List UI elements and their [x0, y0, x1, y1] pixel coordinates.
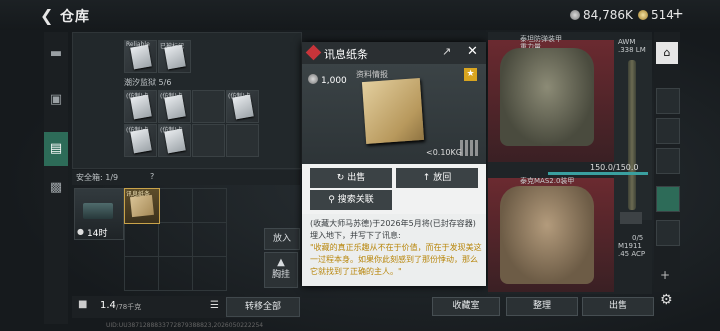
put-in-button[interactable]: 放入	[264, 228, 300, 250]
empty-slot[interactable]	[192, 90, 225, 123]
grid-item[interactable]: (仿制)卡	[124, 124, 157, 157]
organize-button[interactable]: 整理	[506, 297, 578, 316]
chest-rig-button[interactable]: ▲ 胸挂	[264, 252, 298, 288]
durability-text: 150.0/150.0	[590, 163, 639, 172]
chest-rig-label: 胸挂	[271, 270, 290, 280]
grid-item[interactable]: 已被标记	[158, 40, 191, 73]
put-back-label: 放回	[433, 173, 452, 183]
lock-icon: ●	[77, 227, 84, 236]
back-arrow-icon[interactable]: ❮	[40, 6, 53, 25]
coin-icon	[570, 10, 580, 20]
collection-room-button[interactable]: 收藏室	[432, 297, 500, 316]
warehouse-icon[interactable]: ▣	[44, 92, 68, 120]
card-item-icon	[130, 94, 152, 120]
safe-box-label: 安全箱: 1/9	[76, 173, 119, 182]
armor-vest-icon	[500, 48, 594, 146]
card-item-icon	[130, 44, 152, 70]
silver-amount: 84,786K	[583, 8, 633, 22]
help-icon[interactable]: ?	[150, 172, 154, 181]
note-image	[361, 78, 425, 144]
description-intro: (收藏大师马苏德)于2026年5月将(已封存容器)埋入地下，并写下了讯息:	[310, 219, 476, 240]
grid-size-icon	[460, 140, 480, 156]
sell-icon: ↻	[336, 173, 348, 183]
add-slot-icon[interactable]: +	[660, 268, 670, 282]
settings-gear-icon[interactable]: ⚙	[660, 292, 673, 308]
vest-icon: ▲	[277, 257, 285, 268]
gear-slot-icon[interactable]	[656, 118, 680, 144]
capacity-value: 1.4	[100, 300, 116, 311]
item-description: (收藏大师马苏德)于2026年5月将(已封存容器)埋入地下，并写下了讯息: "收…	[310, 218, 482, 278]
armor-2-label: 泰克MAS2.0装甲	[520, 177, 575, 185]
sell-button[interactable]: ↻ 出售	[310, 168, 392, 188]
durability-bar	[548, 172, 648, 175]
gear-slot-icon[interactable]	[656, 148, 680, 174]
item-weight: <0.10KG	[426, 148, 462, 157]
grid-item[interactable]: (仿制)卡	[226, 90, 259, 123]
put-back-button[interactable]: ↑ 放回	[396, 168, 478, 188]
weapon-1-name: AWM	[618, 38, 636, 46]
card-item-icon	[232, 94, 254, 120]
card-item-icon	[164, 128, 186, 154]
gun-icon[interactable]: ▬	[44, 46, 68, 74]
card-item-icon	[164, 44, 186, 70]
collapse-icon[interactable]: ↗	[442, 45, 451, 58]
weapon-2-name: M1911	[618, 242, 642, 250]
popup-title: 讯息纸条	[324, 48, 368, 61]
grid-item[interactable]: (仿制)卡	[158, 124, 191, 157]
description-quote: "收藏的真正乐趣从不在于价值，而在于发现美这一过程本身。如果你此刻感到了那份悸动…	[310, 243, 482, 276]
clipboard-icon[interactable]: ▤	[44, 132, 68, 166]
weight-lock-icon: ■	[78, 299, 88, 310]
silver-currency: 84,786K	[570, 8, 633, 22]
sell-label: 出售	[347, 173, 366, 183]
list-icon[interactable]: ☰	[210, 300, 219, 311]
put-back-icon: ↑	[422, 173, 434, 183]
card-item-icon	[164, 94, 186, 120]
left-rail	[44, 32, 68, 324]
status-line: UID:UU3871288833772879388823,20260502222…	[106, 322, 264, 329]
favorite-star-icon[interactable]: ★	[464, 68, 477, 81]
empty-slot[interactable]	[226, 124, 259, 157]
rifle-icon	[628, 60, 636, 210]
coin-icon	[308, 74, 318, 84]
briefcase-icon[interactable]: ▩	[44, 180, 68, 208]
note-item-slot[interactable]: 讯息纸条	[124, 188, 160, 224]
paper-note-icon	[130, 194, 154, 218]
pistol-icon	[620, 212, 642, 224]
search-related-label: 搜索关联	[337, 195, 374, 205]
section-label: 潮汐监狱 5/6	[124, 78, 172, 87]
price-value: 1,000	[321, 76, 347, 86]
price-row: 1,000	[308, 68, 347, 87]
gear-slot-icon[interactable]	[656, 220, 680, 246]
home-icon[interactable]: ⌂	[656, 42, 678, 64]
weapon-2-ammo: .45 ACP	[618, 250, 646, 258]
close-icon[interactable]: ✕	[467, 44, 478, 59]
gear-slot-icon[interactable]	[656, 88, 680, 114]
gold-amount: 514	[651, 8, 674, 22]
search-related-button[interactable]: ⚲ 搜索关联	[310, 190, 392, 210]
timer-text: 14时	[87, 229, 108, 239]
transfer-all-button[interactable]: 转移全部	[226, 297, 300, 317]
search-icon: ⚲	[328, 195, 338, 205]
ammo-count: 0/5	[632, 234, 644, 242]
capacity-unit: /78千克	[116, 303, 142, 311]
tactical-vest-icon	[500, 186, 594, 284]
grid-item[interactable]: (仿制)卡	[124, 90, 157, 123]
safe-box-icon	[83, 203, 113, 219]
grid-item[interactable]: (仿制)卡	[158, 90, 191, 123]
add-currency-button[interactable]: +	[672, 6, 684, 22]
card-item-icon	[130, 128, 152, 154]
gold-coin-icon	[638, 10, 648, 20]
weapon-1-ammo: .338 LM	[618, 46, 646, 54]
empty-slot[interactable]	[192, 124, 225, 157]
item-detail-popup: 讯息纸条 ↗ ✕ 1,000 资料情报 ★ <0.10KG ↻ 出售 ↑ 放回 …	[302, 42, 486, 286]
item-category: 资料情报	[356, 70, 388, 79]
safe-box-slot[interactable]: ● 14时	[74, 188, 124, 240]
gear-slot-icon[interactable]	[656, 186, 680, 212]
sell-all-button[interactable]: 出售	[582, 297, 654, 316]
grid-item[interactable]: Reliable	[124, 40, 157, 73]
gold-currency: 514	[638, 8, 674, 22]
page-title: 仓库	[60, 9, 90, 25]
